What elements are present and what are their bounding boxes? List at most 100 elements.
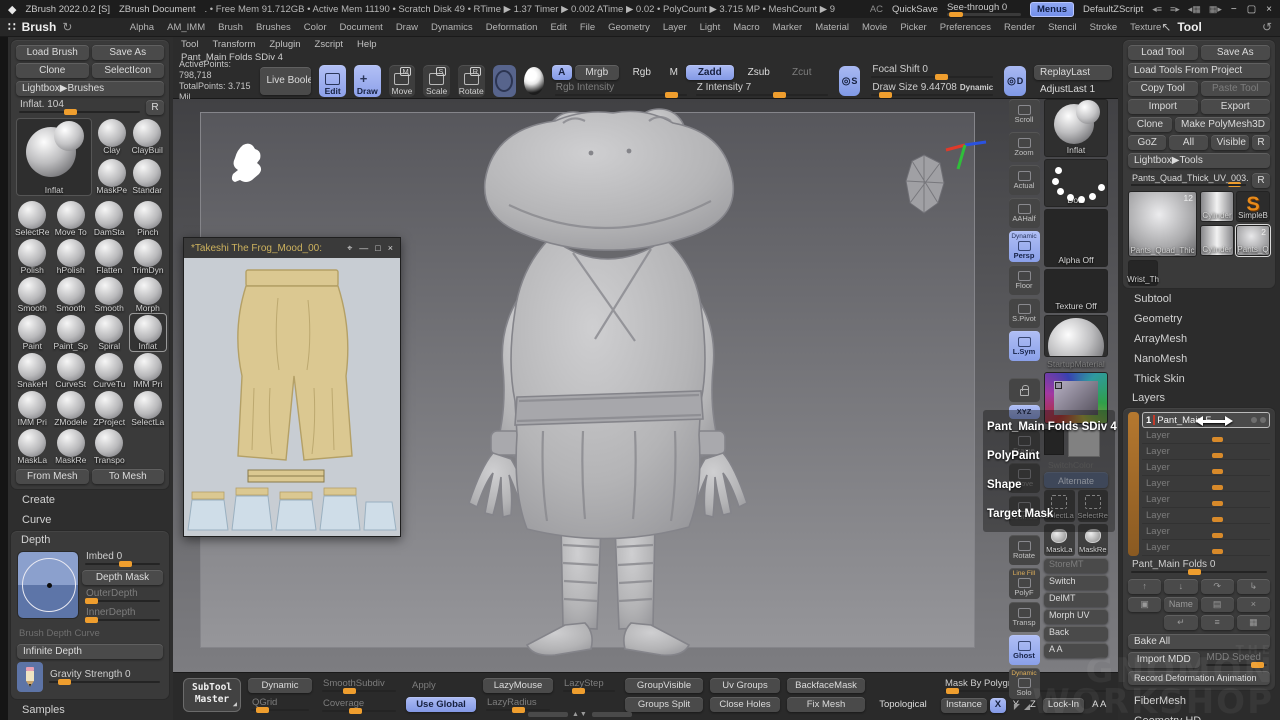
tool-thumbnail[interactable]: 2 Pants_Q (1236, 225, 1270, 256)
shelf-button[interactable]: Ghost (1009, 635, 1040, 665)
save-tool-button[interactable]: Save As (1201, 45, 1271, 60)
bake-all-button[interactable]: Bake All (1128, 634, 1270, 649)
replay-last-button[interactable]: ReplayLast (1034, 65, 1112, 80)
layer-intensity-slider[interactable]: Pant_Main Folds 0 (1128, 559, 1270, 575)
palette-section[interactable]: FiberMesh (1122, 691, 1276, 711)
menu-item[interactable]: Movie (862, 22, 887, 33)
layer-name-button[interactable]: Name (1164, 597, 1197, 612)
layer-down-button[interactable]: ↓ (1164, 579, 1197, 594)
inner-depth-handle[interactable] (85, 617, 98, 623)
layer-up-button[interactable]: ↑ (1128, 579, 1161, 594)
menus-button[interactable]: Menus (1030, 2, 1074, 17)
see-through-handle[interactable] (949, 12, 963, 17)
brush-item[interactable]: Polish (14, 238, 51, 275)
shelf-text-button[interactable]: StoreMT (1044, 558, 1108, 573)
smooth-subdiv-slider[interactable]: SmoothSubdiv (319, 678, 399, 694)
menu-item[interactable]: Tool (181, 39, 198, 50)
current-material-swatch[interactable] (1044, 315, 1108, 357)
dynamic-button[interactable]: Dynamic (248, 678, 312, 693)
horizontal-scrollbar[interactable]: ▲▼ (528, 711, 632, 718)
menu-item[interactable]: Brush (218, 22, 243, 33)
brush-item[interactable]: ZModele (53, 390, 90, 427)
menu-item[interactable]: Material (815, 22, 849, 33)
brush-r-button[interactable]: R (146, 100, 164, 115)
restore-icon[interactable]: ▢ (1247, 4, 1256, 15)
brush-item[interactable]: Smooth (53, 276, 90, 313)
layer-intensity-handle[interactable] (1212, 549, 1223, 554)
palette-section[interactable]: Geometry (1122, 309, 1276, 329)
load-tool-button[interactable]: Load Tool (1128, 45, 1198, 60)
menu-item[interactable]: File (580, 22, 595, 33)
record-deformation-button[interactable]: Record Deformation Animation (1128, 671, 1270, 685)
quicksave-button[interactable]: QuickSave (892, 4, 938, 15)
rgb-intensity-handle[interactable] (665, 92, 678, 98)
smooth-subdiv-handle[interactable] (343, 688, 356, 694)
shelf-button[interactable]: S.Pivot (1009, 298, 1040, 328)
brush-item[interactable]: Morph (130, 276, 167, 313)
menu-item[interactable]: Document (340, 22, 383, 33)
menu-item[interactable]: Zplugin (269, 39, 300, 50)
depth-curve-widget[interactable] (17, 551, 79, 619)
mdd-speed-slider[interactable]: MDD Speed (1203, 652, 1271, 668)
brush-item[interactable]: Standar (131, 158, 165, 195)
menu-item[interactable]: Color (304, 22, 327, 33)
pin-icon[interactable]: ⌖ (347, 243, 352, 254)
layer-toggle-dots[interactable] (1251, 417, 1266, 423)
layers-section-title[interactable]: Layers (1122, 389, 1276, 407)
paste-tool-button[interactable]: Paste Tool (1201, 81, 1271, 96)
layer-folder-icon[interactable]: ▦ (1237, 615, 1270, 630)
copy-tool-button[interactable]: Copy Tool (1128, 81, 1198, 96)
menu-item[interactable]: Deformation (486, 22, 538, 33)
frog-model[interactable] (423, 101, 803, 657)
menu-item[interactable]: Texture (1130, 22, 1161, 33)
qgrid-handle[interactable] (256, 707, 269, 713)
draw-mode-button[interactable]: + Draw (354, 65, 381, 97)
shelf-button[interactable]: Zoom (1009, 132, 1040, 162)
brush-item[interactable]: Smooth (91, 276, 128, 313)
subtool-master-button[interactable]: SubTool Master ◢ (183, 678, 241, 712)
make-polymesh-button[interactable]: Make PolyMesh3D (1175, 117, 1270, 132)
shelf-button[interactable]: Floor (1009, 265, 1040, 295)
rgb-button[interactable]: Rgb (622, 65, 662, 80)
merge-down-icon[interactable]: ↵ (1164, 615, 1197, 630)
delete-layer-icon[interactable]: × (1237, 597, 1270, 612)
mdd-speed-handle[interactable] (1251, 662, 1264, 668)
move-mode-button[interactable]: M Move (389, 65, 416, 97)
brush-item[interactable]: MaskRe (53, 428, 90, 465)
import-mdd-button[interactable]: Import MDD (1128, 652, 1200, 668)
imbed-handle[interactable] (119, 561, 132, 567)
scrollbar-track-right[interactable] (592, 712, 632, 717)
brush-item[interactable]: Transpo (91, 428, 128, 465)
a-button[interactable]: A (552, 65, 572, 80)
menu-item[interactable]: Light (700, 22, 721, 33)
brush-item[interactable]: IMM Pri (130, 352, 167, 389)
lightbox-tools-button[interactable]: Lightbox▶Tools (1128, 153, 1270, 168)
brush-item[interactable]: CurveSt (53, 352, 90, 389)
dynamic-label[interactable]: Dynamic (960, 83, 993, 92)
refresh-icon[interactable]: ↻ (62, 20, 72, 34)
shelf-button[interactable]: Actual (1009, 165, 1040, 195)
clone-brush-button[interactable]: Clone (16, 63, 89, 78)
new-layer-button[interactable]: ▣ (1128, 597, 1161, 612)
tray-toggle-right-icon[interactable]: ▦▸ (1209, 4, 1222, 15)
m-button[interactable]: M (665, 65, 683, 80)
divider-left-icon[interactable]: ◂≡ (1152, 4, 1162, 15)
layer-row[interactable]: Layer (1142, 445, 1270, 460)
layer-intensity-handle[interactable] (1212, 453, 1223, 458)
x-axis-button[interactable]: X (990, 698, 1006, 713)
brush-item[interactable]: TrimDyn (130, 238, 167, 275)
duplicate-layer-icon[interactable]: ▤ (1201, 597, 1234, 612)
groups-split-button[interactable]: Groups Split (625, 697, 703, 712)
shelf-button[interactable]: Dynamic Solo (1009, 668, 1040, 699)
current-texture-swatch[interactable]: Texture Off (1044, 269, 1108, 313)
active-tool-handle[interactable] (1228, 182, 1241, 187)
brush-item[interactable]: MaskPe (95, 158, 129, 195)
layer-row[interactable]: Layer (1142, 477, 1270, 492)
menu-item[interactable]: Marker (773, 22, 803, 33)
active-layer-row[interactable]: 1 Pant_Main F (1142, 412, 1270, 428)
shelf-button[interactable]: Dynamic Persp (1009, 231, 1040, 262)
see-through-slider[interactable]: See-through 0 (947, 3, 1021, 16)
close-holes-button[interactable]: Close Holes (710, 697, 780, 712)
goz-all-button[interactable]: All (1169, 135, 1207, 150)
inflat-size-handle[interactable] (64, 109, 77, 115)
